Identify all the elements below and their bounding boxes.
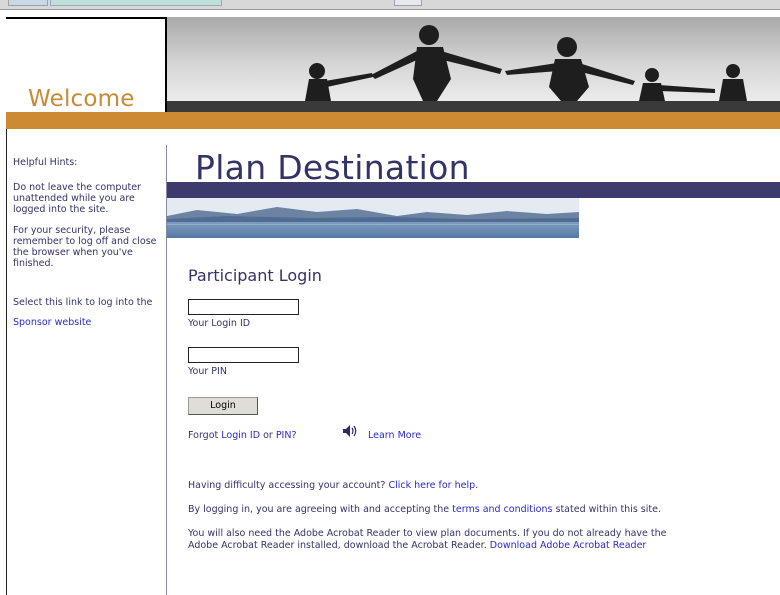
family-silhouette-icon <box>167 17 780 112</box>
acrobat-text: Adobe Acrobat Reader installed, download… <box>188 540 487 551</box>
learn-more-link[interactable]: Learn More <box>368 430 421 441</box>
lake-mountains-image <box>167 198 579 238</box>
acrobat-line-2: Adobe Acrobat Reader installed, download… <box>188 540 646 551</box>
helpful-hints-sidebar: Helpful Hints: Do not leave the computer… <box>13 157 163 333</box>
browser-top-strip <box>0 0 780 10</box>
terms-suffix: stated within this site. <box>555 504 661 515</box>
forgot-prefix: Forgot <box>188 430 219 441</box>
pin-input[interactable] <box>188 347 299 363</box>
forgot-or: or <box>263 430 273 441</box>
terms-link[interactable]: terms and conditions <box>452 504 552 515</box>
browser-tab-1[interactable] <box>8 0 48 6</box>
sponsor-text: Select this link to log into the Sponsor… <box>13 293 163 333</box>
terms-line: By logging in, you are agreeing with and… <box>188 504 661 515</box>
welcome-heading: Welcome <box>28 86 135 112</box>
help-prefix: Having difficulty accessing your account… <box>188 480 386 491</box>
browser-tab-2[interactable] <box>50 0 222 6</box>
login-id-input[interactable] <box>188 299 299 315</box>
forgot-login-id-link[interactable]: Login ID <box>221 430 260 441</box>
acrobat-line-1: You will also need the Adobe Acrobat Rea… <box>188 528 667 539</box>
sponsor-website-link[interactable]: Sponsor website <box>13 317 91 328</box>
hint-unattended: Do not leave the computer unattended whi… <box>13 182 141 215</box>
hints-title: Helpful Hints: <box>13 157 78 168</box>
login-button[interactable]: Login <box>188 397 258 415</box>
pin-label: Your PIN <box>188 366 227 377</box>
hint-security: For your security, please remember to lo… <box>13 225 157 269</box>
family-silhouette-image <box>167 17 780 112</box>
browser-tab-3[interactable] <box>394 0 422 6</box>
purple-title-bar <box>167 182 780 198</box>
speaker-icon[interactable] <box>342 424 358 438</box>
terms-prefix: By logging in, you are agreeing with and… <box>188 504 450 515</box>
forgot-credentials: Forgot Login ID or PIN? <box>188 430 297 441</box>
orange-header-bar <box>6 112 780 129</box>
download-acrobat-link[interactable]: Download Adobe Acrobat Reader <box>490 540 647 551</box>
sponsor-prefix: Select this link to log into the <box>13 297 153 308</box>
forgot-pin-link[interactable]: PIN? <box>276 430 297 441</box>
help-link[interactable]: Click here for help. <box>388 480 478 491</box>
help-line: Having difficulty accessing your account… <box>188 480 478 491</box>
lake-mountains-icon <box>167 198 579 238</box>
participant-login-title: Participant Login <box>188 266 322 285</box>
login-id-label: Your Login ID <box>188 318 251 329</box>
